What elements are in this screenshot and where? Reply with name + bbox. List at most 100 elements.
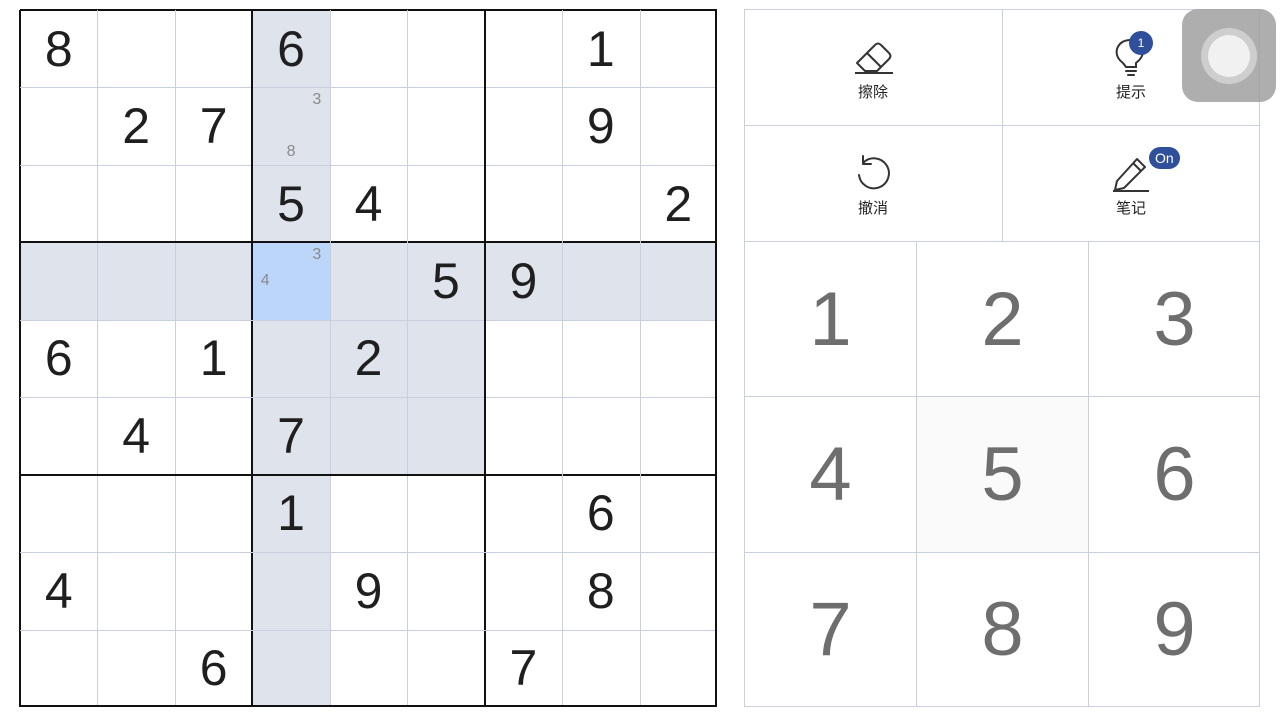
board-cell[interactable]: 1 — [562, 10, 639, 87]
number-key-2[interactable]: 2 — [917, 242, 1088, 396]
board-cell[interactable]: 2 — [640, 165, 717, 242]
board-cell[interactable] — [97, 242, 175, 320]
board-cell[interactable] — [485, 10, 562, 87]
board-cell[interactable] — [252, 552, 330, 630]
board-cell[interactable] — [485, 87, 562, 164]
board-cell[interactable] — [330, 87, 407, 164]
notes-button[interactable]: On 笔记 — [1002, 125, 1260, 241]
board-cell[interactable] — [20, 87, 97, 164]
board-cell[interactable] — [20, 630, 97, 707]
board-cell[interactable]: 5 — [252, 164, 330, 243]
board-cell[interactable] — [330, 475, 407, 552]
board-cell[interactable] — [562, 630, 639, 707]
board-cell[interactable]: 7 — [252, 397, 330, 475]
board-cell[interactable] — [407, 319, 485, 398]
undo-button[interactable]: 撤消 — [744, 125, 1002, 241]
board-cell[interactable]: 9 — [562, 87, 639, 164]
board-cell[interactable] — [485, 552, 562, 629]
assistive-touch-dot — [1208, 34, 1250, 77]
number-key-8[interactable]: 8 — [917, 553, 1088, 707]
board-cell[interactable]: 7 — [485, 630, 562, 707]
number-key-4[interactable]: 4 — [745, 397, 916, 551]
board-cell[interactable]: 6 — [252, 10, 330, 88]
panel-divider — [916, 241, 917, 707]
board-cell[interactable] — [562, 397, 639, 474]
number-key-9[interactable]: 9 — [1089, 553, 1260, 707]
number-key-3[interactable]: 3 — [1089, 242, 1260, 396]
assistive-touch-button[interactable] — [1182, 9, 1276, 102]
board-cell[interactable] — [20, 165, 97, 242]
board-cell[interactable] — [640, 10, 717, 87]
board-cell[interactable] — [485, 320, 562, 397]
board-cell[interactable] — [640, 397, 717, 474]
board-cell[interactable]: 6 — [20, 320, 97, 397]
board-cell[interactable] — [20, 475, 97, 552]
board-cell[interactable] — [97, 320, 174, 397]
board-cell[interactable] — [407, 630, 484, 707]
board-cell[interactable] — [640, 475, 717, 552]
board-cell[interactable] — [562, 242, 640, 320]
board-cell[interactable] — [97, 630, 174, 707]
board-cell[interactable] — [407, 87, 484, 164]
board-cell[interactable] — [329, 242, 408, 320]
board-cell[interactable]: 6 — [175, 630, 252, 707]
board-cell[interactable]: 4 — [330, 165, 407, 242]
board-cell[interactable]: 6 — [562, 475, 639, 552]
board-cell[interactable] — [174, 242, 253, 320]
board-cell[interactable]: 4 — [97, 397, 174, 474]
board-cell[interactable]: 1 — [175, 320, 252, 397]
number-key-1[interactable]: 1 — [745, 242, 916, 396]
board-cell[interactable]: 1 — [252, 474, 330, 553]
board-cell[interactable] — [252, 319, 330, 398]
board-cell[interactable] — [97, 552, 174, 629]
board-cell[interactable] — [330, 630, 407, 707]
number-key-6[interactable]: 6 — [1089, 397, 1260, 551]
board-cell[interactable] — [407, 165, 484, 242]
board-cell[interactable] — [97, 165, 174, 242]
board-cell[interactable] — [485, 475, 562, 552]
board-cell[interactable]: 38 — [252, 87, 330, 165]
board-cell[interactable]: 8 — [562, 552, 639, 629]
number-key-5[interactable]: 5 — [917, 397, 1088, 552]
board-cell[interactable]: 8 — [20, 10, 97, 87]
box-border — [715, 10, 717, 707]
board-cell[interactable] — [175, 397, 252, 474]
board-cell[interactable] — [407, 10, 484, 87]
board-cell[interactable]: 34 — [252, 242, 330, 320]
board-cell[interactable] — [640, 320, 717, 397]
board-cell[interactable] — [640, 630, 717, 707]
board-cell[interactable] — [407, 552, 484, 629]
board-cell[interactable]: 9 — [330, 552, 407, 629]
box-border — [19, 10, 21, 707]
board-cell[interactable] — [175, 475, 252, 552]
board-cell[interactable] — [97, 475, 174, 552]
board-cell[interactable] — [20, 397, 97, 474]
board-cell[interactable] — [407, 397, 485, 475]
board-cell[interactable] — [330, 10, 407, 87]
board-cell[interactable] — [20, 242, 98, 320]
board-cell[interactable] — [97, 10, 174, 87]
board-cell[interactable]: 5 — [407, 242, 485, 320]
control-panel: 擦除 1 提示 撤消 On 笔记 1 2 3 4 5 6 7 8 9 — [744, 9, 1260, 707]
board-cell[interactable] — [175, 10, 252, 87]
erase-button[interactable]: 擦除 — [744, 9, 1002, 125]
board-cell[interactable]: 7 — [175, 87, 252, 164]
board-cell[interactable] — [175, 552, 252, 629]
board-cell[interactable] — [562, 320, 639, 397]
number-key-7[interactable]: 7 — [745, 553, 916, 707]
board-cell[interactable]: 4 — [20, 552, 97, 629]
board-cell[interactable]: 2 — [97, 87, 174, 164]
board-cell[interactable] — [485, 165, 562, 242]
board-cell[interactable] — [640, 552, 717, 629]
cell-digit: 6 — [277, 20, 305, 77]
board-cell[interactable] — [640, 87, 717, 164]
board-cell[interactable] — [175, 165, 252, 242]
board-cell[interactable] — [407, 475, 484, 552]
board-cell[interactable] — [485, 397, 562, 474]
board-cell[interactable]: 2 — [329, 319, 408, 398]
board-cell[interactable] — [562, 165, 639, 242]
board-cell[interactable] — [252, 629, 330, 707]
board-cell[interactable]: 9 — [484, 242, 563, 320]
board-cell[interactable] — [329, 397, 408, 475]
board-cell[interactable] — [639, 242, 717, 320]
